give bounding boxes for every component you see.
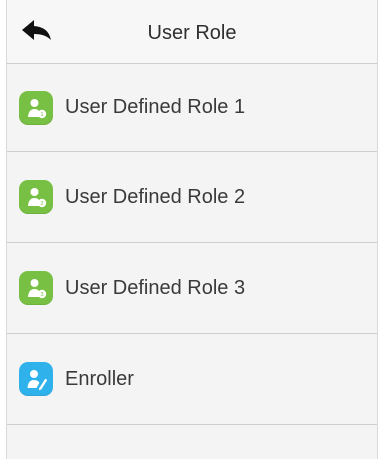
page-title: User Role (147, 22, 237, 44)
role-item-user-defined-role-3[interactable]: 3 User Defined Role 3 (7, 243, 377, 334)
role-label: Enroller (65, 367, 134, 390)
user-role-2-icon: 2 (19, 180, 53, 214)
role-label: User Defined Role 2 (65, 185, 246, 208)
user-role-screen: User Role 1 User Defined Role 1 2 User D… (6, 0, 378, 459)
svg-text:3: 3 (40, 292, 43, 298)
role-item-enroller[interactable]: Enroller (7, 334, 377, 425)
enroller-icon (19, 362, 53, 396)
back-button[interactable] (19, 18, 55, 46)
svg-text:2: 2 (40, 201, 43, 207)
role-item-user-defined-role-2[interactable]: 2 User Defined Role 2 (7, 152, 377, 243)
empty-footer-space (7, 425, 377, 459)
svg-text:1: 1 (40, 112, 43, 118)
role-label: User Defined Role 1 (65, 96, 246, 118)
user-role-3-icon: 3 (19, 271, 53, 305)
role-item-user-defined-role-1[interactable]: 1 User Defined Role 1 (7, 64, 377, 152)
user-role-1-icon: 1 (19, 90, 53, 125)
role-list: 1 User Defined Role 1 2 User Defined Rol… (7, 64, 377, 425)
back-arrow-icon (20, 18, 54, 47)
header-bar: User Role (7, 0, 377, 64)
role-label: User Defined Role 3 (65, 276, 246, 299)
